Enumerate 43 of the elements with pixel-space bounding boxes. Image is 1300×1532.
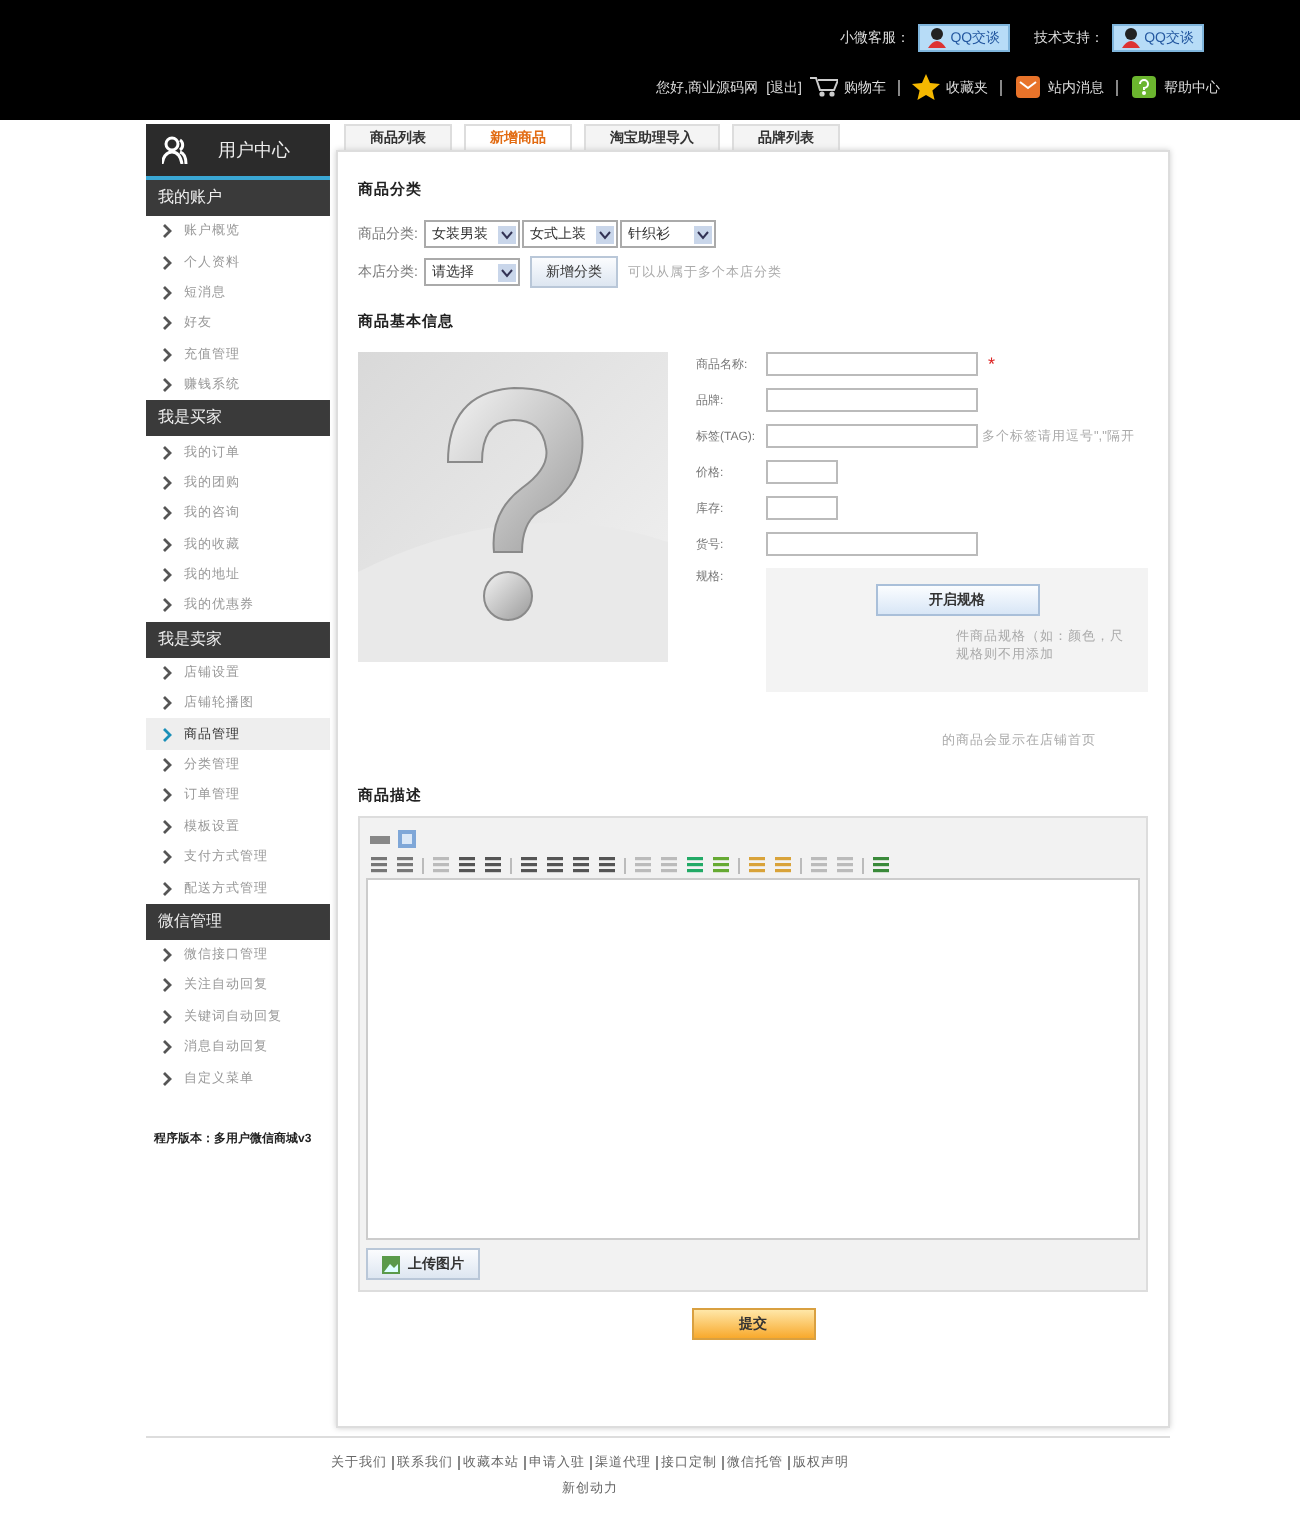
source-icon — [370, 833, 390, 845]
chevron-icon — [162, 850, 172, 865]
chevron-icon — [162, 665, 172, 680]
list-icon — [370, 856, 388, 874]
input-field[interactable] — [766, 496, 838, 520]
cart-icon — [810, 74, 838, 100]
chevron-icon — [162, 537, 172, 552]
caret-icon — [693, 225, 712, 243]
group-header: 我是买家 — [146, 400, 330, 437]
text-area[interactable] — [366, 878, 1140, 1240]
chevron-icon — [162, 1071, 172, 1086]
chevron-icon — [162, 506, 172, 521]
chevron-icon — [162, 224, 172, 239]
envelope-icon — [1014, 74, 1042, 100]
chevron-icon — [162, 347, 172, 362]
chevron-icon — [162, 978, 172, 993]
chevron-icon — [162, 727, 172, 742]
person-icon — [928, 28, 947, 48]
chevron-icon — [162, 1040, 172, 1055]
person-icon — [1122, 28, 1141, 48]
sidebar-title: 用户中心 — [218, 137, 290, 163]
list-icon — [396, 856, 414, 874]
chevron-icon — [162, 1009, 172, 1024]
input-field[interactable] — [766, 388, 978, 412]
input-field[interactable] — [766, 532, 978, 556]
help-icon — [1130, 74, 1158, 100]
chevron-icon — [162, 948, 172, 962]
chevron-icon — [162, 316, 172, 331]
caret-icon — [595, 225, 614, 243]
chevron-icon — [162, 696, 172, 711]
input-field[interactable] — [766, 424, 978, 448]
input-field[interactable] — [766, 352, 978, 376]
group-header: 我是卖家 — [146, 621, 330, 658]
input-field[interactable] — [766, 460, 838, 484]
caret-icon — [497, 225, 516, 243]
caret-icon — [497, 263, 516, 281]
star-icon — [912, 74, 940, 100]
group-header: 我的账户 — [146, 180, 330, 216]
chevron-icon — [162, 378, 172, 393]
group-header: 微信管理 — [146, 903, 330, 940]
chevron-icon — [162, 819, 172, 834]
chevron-icon — [162, 881, 172, 896]
required-mark: * — [988, 354, 996, 374]
